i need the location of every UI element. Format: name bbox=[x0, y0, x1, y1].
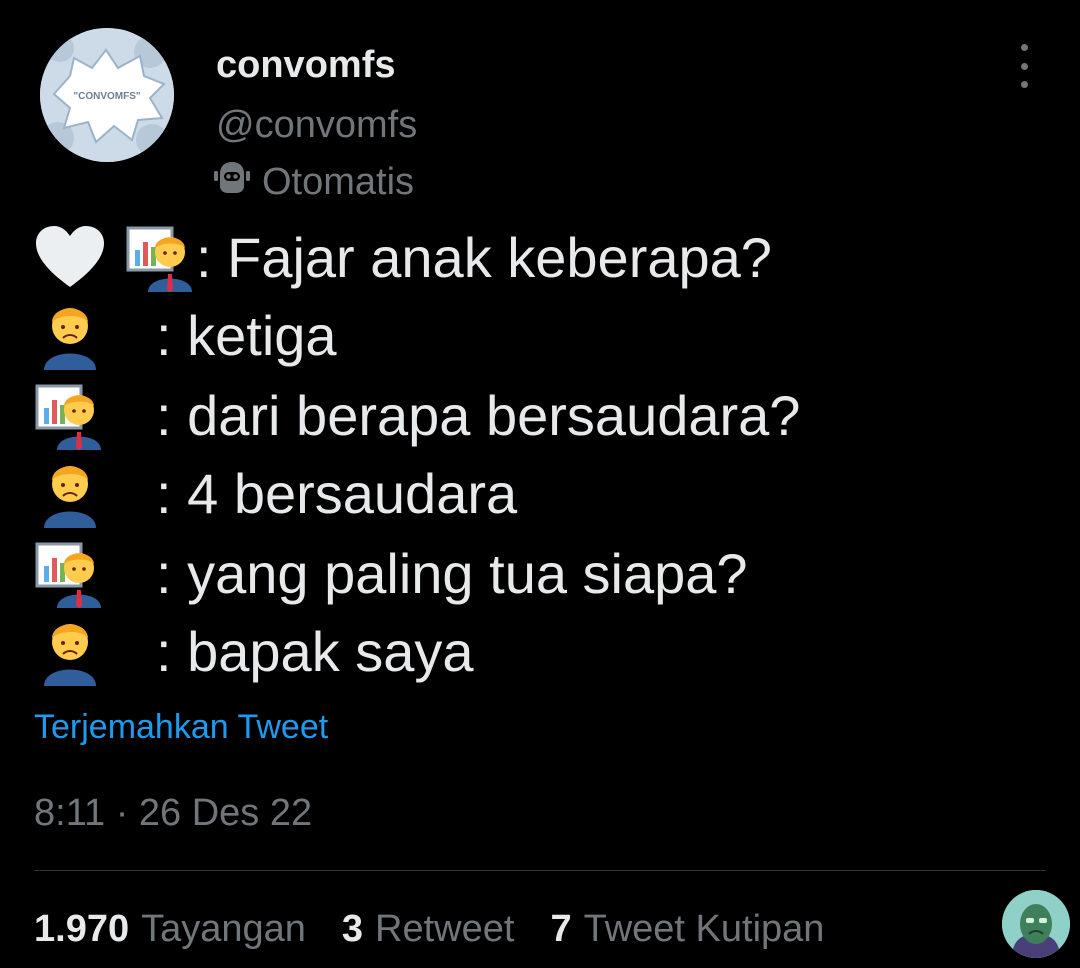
tweet-line: : yang paling tua siapa? bbox=[34, 538, 748, 608]
tweet-line: : Fajar anak keberapa? bbox=[34, 222, 772, 292]
divider bbox=[34, 870, 1046, 871]
tweet-line: : dari berapa bersaudara? bbox=[34, 380, 800, 450]
man-frowning-icon bbox=[34, 458, 106, 528]
automated-label: Otomatis bbox=[262, 160, 415, 203]
quotes-label: Tweet Kutipan bbox=[583, 908, 825, 950]
tweet-line-text: : yang paling tua siapa? bbox=[156, 541, 748, 605]
user-handle[interactable]: @convomfs bbox=[216, 104, 417, 147]
tweet-line: : ketiga bbox=[34, 300, 337, 370]
views-stat[interactable]: 1.970 Tayangan bbox=[34, 908, 306, 951]
profile-avatar[interactable]: "CONVOMFS" bbox=[40, 28, 174, 162]
tweet-line-text: : 4 bersaudara bbox=[156, 461, 518, 525]
tweet-line-text: : bapak saya bbox=[156, 619, 474, 683]
automated-badge: Otomatis bbox=[214, 160, 414, 204]
man-frowning-icon bbox=[34, 300, 106, 370]
robot-icon bbox=[214, 160, 250, 204]
man-teacher-icon bbox=[34, 538, 106, 608]
man-teacher-icon bbox=[126, 222, 196, 292]
floating-avatar[interactable] bbox=[1002, 890, 1070, 958]
avatar-logo-text: "CONVOMFS" bbox=[73, 91, 141, 102]
tweet-timestamp[interactable]: 8:11 · 26 Des 22 bbox=[34, 792, 312, 835]
tweet-line-text: : dari berapa bersaudara? bbox=[156, 383, 801, 447]
tweet-line: : bapak saya bbox=[34, 616, 474, 686]
more-options-icon[interactable] bbox=[1006, 44, 1042, 88]
views-count: 1.970 bbox=[34, 908, 130, 950]
man-teacher-icon bbox=[34, 380, 106, 450]
tweet-line-text: : ketiga bbox=[156, 303, 337, 367]
tweet-line: : 4 bersaudara bbox=[34, 458, 517, 528]
quote-tweets-stat[interactable]: 7 Tweet Kutipan bbox=[550, 908, 824, 951]
white-heart-icon bbox=[34, 225, 106, 289]
retweets-label: Retweet bbox=[375, 908, 515, 950]
tweet-line-text: : Fajar anak keberapa? bbox=[196, 225, 772, 289]
retweets-count: 3 bbox=[341, 908, 364, 950]
tweet-stats: 1.970 Tayangan 3 Retweet 7 Tweet Kutipan bbox=[34, 908, 824, 951]
quotes-count: 7 bbox=[550, 908, 572, 950]
display-name[interactable]: convomfs bbox=[216, 44, 395, 87]
translate-tweet-link[interactable]: Terjemahkan Tweet bbox=[34, 708, 328, 747]
retweets-stat[interactable]: 3 Retweet bbox=[342, 908, 515, 951]
views-label: Tayangan bbox=[141, 908, 306, 950]
man-frowning-icon bbox=[34, 616, 106, 686]
